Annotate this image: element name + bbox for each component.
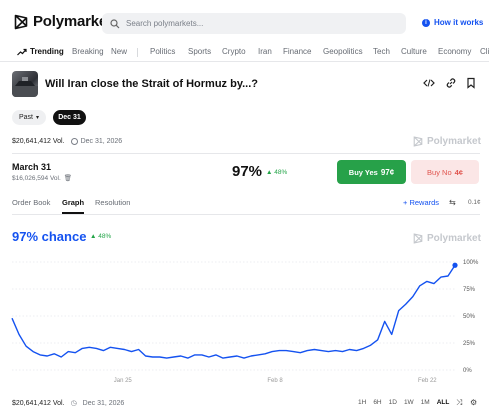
nav-item-geopolitics[interactable]: Geopolitics [323, 47, 363, 56]
market-meta: $20,641,412 Vol. Dec 31, 2026 [12, 138, 122, 145]
trending-icon [17, 48, 27, 56]
buy-no-label: Buy No [427, 167, 452, 177]
clock-icon [70, 138, 78, 145]
range-1w[interactable]: 1W [404, 399, 414, 406]
footer-end-date: Dec 31, 2026 [82, 399, 125, 407]
outcome-delta: ▲ 48% [266, 169, 288, 176]
tabs-divider [12, 214, 480, 215]
nav-item-politics[interactable]: Politics [150, 47, 175, 56]
outcome-percent: 97% [232, 163, 263, 180]
search-bar[interactable] [102, 13, 406, 34]
buy-yes-button[interactable]: Buy Yes 97¢ [337, 160, 406, 184]
shuffle-icon[interactable]: ⤨ [456, 398, 462, 408]
tab-resolution[interactable]: Resolution [95, 198, 130, 207]
y-tick-label: 0% [463, 368, 472, 374]
range-all[interactable]: ALL [437, 399, 450, 406]
buy-yes-price: 97¢ [380, 167, 395, 177]
market-title-row: Will Iran close the Strait of Hormuz by.… [12, 71, 482, 97]
link-icon[interactable] [445, 77, 457, 89]
x-tick-label: Feb 8 [267, 378, 283, 384]
nav-item-new[interactable]: New [111, 47, 127, 56]
ship-image-icon [12, 77, 38, 97]
chance-headline: 97% chance [12, 229, 87, 244]
polymarket-watermark-icon [413, 136, 423, 147]
range-1d[interactable]: 1D [389, 399, 397, 406]
chart-watermark: Polymarket [413, 233, 481, 244]
nav-item-iran[interactable]: Iran [258, 47, 272, 56]
outcome-volume: $16,026,594 Vol. 🗑 [12, 174, 73, 183]
how-it-works-label: How it works [434, 18, 484, 27]
buy-no-button[interactable]: Buy No 4¢ [411, 160, 479, 184]
outcome-delta-value: 48% [274, 169, 288, 176]
category-nav: Trending Breaking New Politics Sports Cr… [0, 44, 489, 60]
buy-no-price: 4¢ [454, 167, 463, 177]
time-range-selector: 1H 6H 1D 1W 1M ALL [358, 399, 449, 406]
nav-item-trending[interactable]: Trending [30, 47, 64, 56]
y-tick-label: 100% [463, 260, 479, 266]
section-divider [12, 153, 480, 154]
chart-watermark-icon [413, 233, 423, 244]
nav-item-crypto[interactable]: Crypto [222, 47, 246, 56]
footer-volume: $20,641,412 Vol. [12, 399, 65, 407]
series-line [11, 264, 456, 359]
x-tick-label: Jan 25 [114, 378, 133, 384]
brand-logo[interactable]: Polymarket [14, 13, 112, 30]
chart-footer-meta: $20,641,412 Vol. ◷ Dec 31, 2026 [12, 399, 125, 408]
market-title: Will Iran close the Strait of Hormuz by.… [45, 78, 259, 90]
header: Polymarket i How it works [0, 0, 489, 44]
nav-item-finance[interactable]: Finance [283, 47, 311, 56]
bookmark-icon[interactable] [465, 77, 477, 89]
search-icon [110, 18, 120, 28]
market-volume: $20,641,412 Vol. [12, 138, 65, 145]
chevron-down-icon: ▾ [36, 115, 40, 121]
nav-item-tech[interactable]: Tech [373, 47, 390, 56]
how-it-works-link[interactable]: i How it works [422, 18, 483, 27]
range-6h[interactable]: 6H [373, 399, 381, 406]
tab-graph[interactable]: Graph [62, 198, 84, 207]
header-divider [0, 61, 489, 62]
chance-delta: ▲ 48% [90, 233, 112, 240]
y-tick-label: 50% [463, 314, 476, 320]
nav-item-climate[interactable]: Cli [480, 47, 489, 56]
rewards-label: Rewards [409, 198, 440, 207]
rewards-link[interactable]: + Rewards [403, 198, 439, 207]
chance-delta-value: 48% [98, 233, 112, 240]
polymarket-logo-icon [14, 14, 28, 29]
search-input[interactable] [126, 19, 366, 28]
chart-watermark-text: Polymarket [427, 233, 481, 244]
series-end-point [452, 262, 458, 268]
outcome-name: March 31 [12, 162, 52, 172]
market-image [12, 71, 38, 97]
buy-yes-label: Buy Yes [348, 167, 378, 177]
date-pill-dec-31[interactable]: Dec 31 [53, 110, 86, 125]
tick-size: 0.1¢ [468, 199, 481, 206]
info-icon: i [422, 18, 430, 27]
brand-name: Polymarket [33, 13, 112, 30]
trash-icon: 🗑 [63, 175, 73, 182]
y-tick-label: 25% [463, 341, 476, 347]
end-date-text: Dec 31, 2026 [80, 138, 123, 145]
polymarket-watermark: Polymarket [413, 136, 481, 147]
embed-code-icon[interactable] [423, 77, 435, 89]
past-label: Past [18, 114, 33, 121]
price-chart[interactable]: 100% 75% 50% 25% 0% Jan 25 Feb 8 Feb 22 [0, 252, 489, 390]
range-1m[interactable]: 1M [421, 399, 430, 406]
past-dropdown[interactable]: Past ▾ [12, 110, 46, 125]
nav-item-culture[interactable]: Culture [401, 47, 427, 56]
watermark-text: Polymarket [427, 136, 481, 147]
footer-clock-icon: ◷ [70, 400, 77, 407]
nav-divider [137, 48, 138, 57]
end-date: Dec 31, 2026 [70, 138, 123, 145]
tab-order-book[interactable]: Order Book [12, 198, 50, 207]
nav-item-sports[interactable]: Sports [188, 47, 211, 56]
nav-item-breaking[interactable]: Breaking [72, 47, 104, 56]
refresh-icon[interactable]: ⇆ [449, 198, 456, 207]
nav-item-economy[interactable]: Economy [438, 47, 471, 56]
y-tick-label: 75% [463, 287, 476, 293]
range-1h[interactable]: 1H [358, 399, 366, 406]
x-tick-label: Feb 22 [418, 378, 437, 384]
settings-gear-icon[interactable]: ⚙ [470, 398, 477, 407]
outcome-volume-text: $16,026,594 Vol. [12, 174, 61, 182]
